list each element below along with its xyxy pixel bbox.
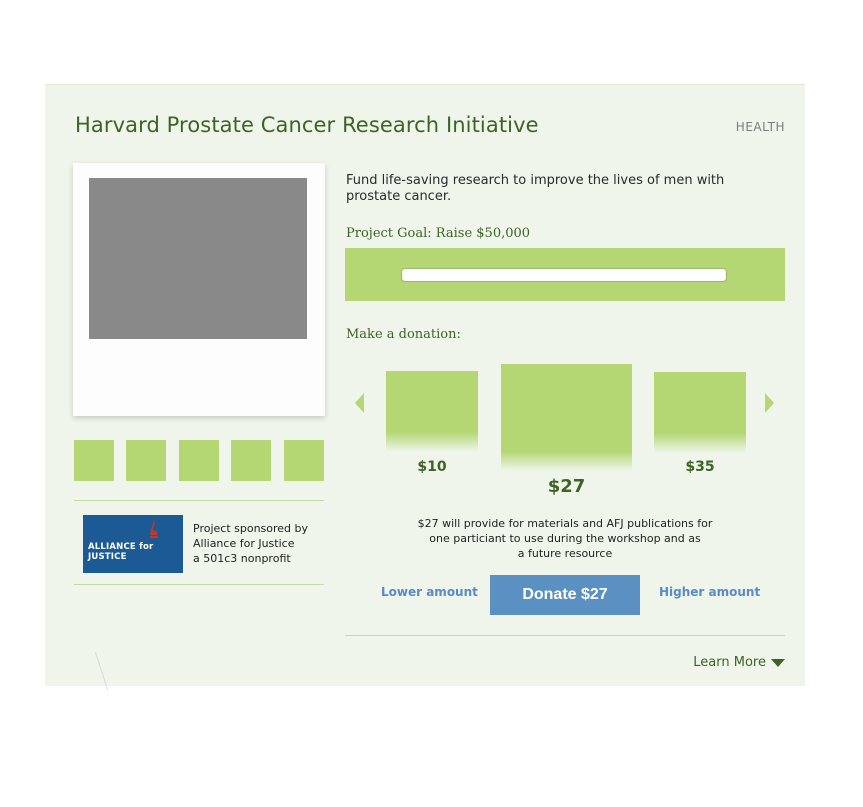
amount-label[interactable]: $35 bbox=[654, 459, 746, 475]
thumbnail-4[interactable] bbox=[231, 440, 271, 481]
thumbnail-5[interactable] bbox=[284, 440, 324, 481]
tile-reflection bbox=[386, 432, 478, 452]
category-label[interactable]: HEALTH bbox=[736, 120, 785, 134]
project-photo[interactable] bbox=[89, 178, 307, 339]
tile-reflection bbox=[501, 451, 632, 471]
donation-option-27[interactable] bbox=[501, 364, 632, 471]
tile-reflection bbox=[654, 433, 746, 453]
impact-line: $27 will provide for materials and AFJ p… bbox=[417, 517, 713, 530]
thumbnail-3[interactable] bbox=[179, 440, 219, 481]
thumbnail-1[interactable] bbox=[74, 440, 114, 481]
photo-frame bbox=[73, 163, 325, 416]
amount-label-selected[interactable]: $27 bbox=[501, 476, 632, 497]
flame-icon bbox=[150, 519, 158, 538]
divider bbox=[74, 584, 324, 585]
project-title: Harvard Prostate Cancer Research Initiat… bbox=[75, 113, 539, 137]
sponsor-line-1: Project sponsored by bbox=[193, 522, 309, 535]
learn-more-label: Learn More bbox=[693, 655, 766, 670]
chevron-left-icon[interactable] bbox=[355, 393, 364, 413]
divider bbox=[345, 635, 785, 636]
project-description: Fund life-saving research to improve the… bbox=[346, 173, 725, 204]
learn-more-link[interactable]: Learn More bbox=[693, 655, 785, 670]
goal-progress-panel bbox=[345, 248, 785, 301]
impact-line: a future resource bbox=[517, 547, 613, 560]
divider bbox=[74, 500, 324, 501]
higher-amount-link[interactable]: Higher amount bbox=[659, 585, 760, 599]
donate-button[interactable]: Donate $27 bbox=[490, 575, 640, 615]
chevron-right-icon[interactable] bbox=[765, 393, 774, 413]
caret-down-icon bbox=[771, 658, 785, 667]
donation-heading: Make a donation: bbox=[346, 327, 461, 342]
progress-bar bbox=[401, 268, 727, 282]
donation-option-35[interactable] bbox=[654, 372, 746, 453]
impact-line: one particiant to use during the worksho… bbox=[429, 532, 701, 545]
sponsor-logo[interactable]: ALLIANCE for JUSTICE bbox=[83, 515, 183, 573]
sponsor-logo-text: ALLIANCE for JUSTICE bbox=[88, 542, 154, 562]
donation-option-10[interactable] bbox=[386, 371, 478, 452]
amount-label[interactable]: $10 bbox=[386, 459, 478, 475]
project-goal: Project Goal: Raise $50,000 bbox=[346, 226, 531, 241]
sponsor-type: a 501c3 nonprofit bbox=[193, 552, 291, 565]
decorative-line bbox=[94, 651, 109, 691]
sponsor-name: Alliance for Justice bbox=[193, 537, 295, 550]
sponsor-info: Project sponsored by Alliance for Justic… bbox=[193, 521, 308, 566]
thumbnail-2[interactable] bbox=[126, 440, 166, 481]
project-card: Harvard Prostate Cancer Research Initiat… bbox=[45, 84, 805, 691]
lower-amount-link[interactable]: Lower amount bbox=[381, 585, 478, 599]
impact-text: $27 will provide for materials and AFJ p… bbox=[405, 516, 725, 561]
